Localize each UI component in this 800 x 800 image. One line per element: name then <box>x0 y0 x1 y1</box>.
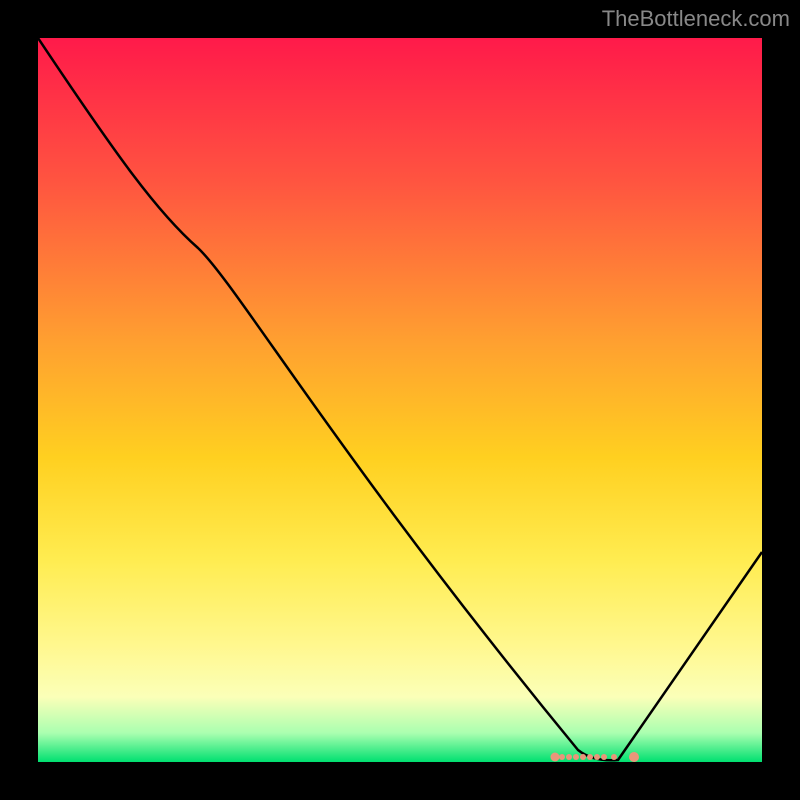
chart-svg <box>38 38 762 762</box>
plot-area <box>38 38 762 762</box>
watermark-text: TheBottleneck.com <box>602 6 790 32</box>
notch-markers <box>551 752 640 762</box>
bottleneck-curve <box>38 38 762 760</box>
chart-container: TheBottleneck.com <box>0 0 800 800</box>
